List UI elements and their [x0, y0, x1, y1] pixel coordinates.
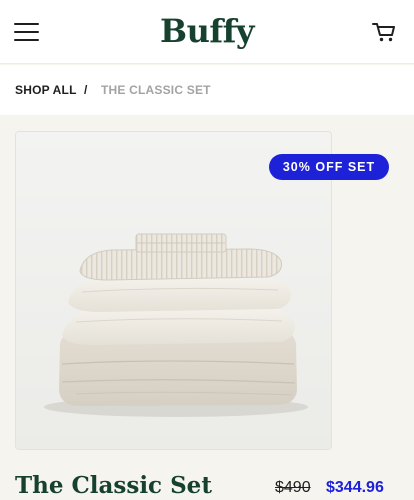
sale-price: $344.96	[326, 479, 384, 496]
breadcrumb-current-page: THE CLASSIC SET	[101, 83, 211, 97]
product-title: The Classic Set	[15, 472, 212, 499]
shopping-cart-icon[interactable]	[371, 20, 397, 44]
logo[interactable]: Buffy	[0, 12, 414, 50]
breadcrumb: SHOP ALL / THE CLASSIC SET	[0, 65, 414, 115]
site-header: Buffy	[0, 0, 414, 64]
original-price: $490	[275, 479, 311, 496]
breadcrumb-shop-all-link[interactable]: SHOP ALL	[15, 83, 77, 97]
breadcrumb-separator: /	[84, 83, 88, 97]
sale-badge: 30% OFF SET	[269, 154, 389, 180]
